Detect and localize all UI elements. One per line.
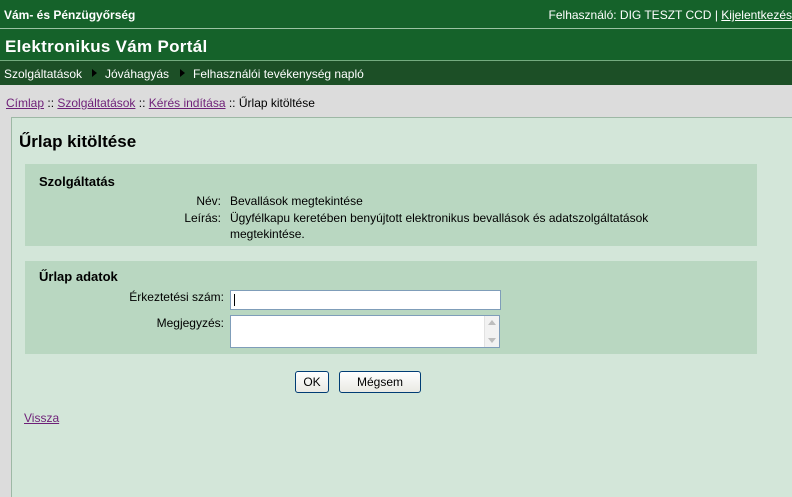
service-panel: Szolgáltatás Név: Bevallások megtekintés… bbox=[25, 164, 757, 246]
arrival-number-input[interactable] bbox=[230, 290, 501, 310]
menu-item-approval[interactable]: Jóváhagyás bbox=[105, 67, 169, 81]
service-heading: Szolgáltatás bbox=[39, 174, 115, 189]
form-panel: Űrlap adatok Érkeztetési szám: Megjegyzé… bbox=[25, 261, 757, 354]
description-label: Leírás: bbox=[184, 211, 221, 225]
note-scrollbar[interactable] bbox=[484, 316, 499, 347]
scroll-down-icon[interactable] bbox=[488, 338, 496, 343]
cancel-button[interactable]: Mégsem bbox=[339, 371, 421, 393]
breadcrumb-services[interactable]: Szolgáltatások bbox=[57, 96, 135, 110]
breadcrumb: Címlap :: Szolgáltatások :: Kérés indítá… bbox=[0, 85, 792, 117]
ok-button[interactable]: OK bbox=[295, 371, 329, 393]
triangle-right-icon bbox=[92, 69, 97, 77]
top-header-bar: Vám- és Pénzügyőrség Felhasználó: DIG TE… bbox=[0, 0, 792, 28]
text-cursor bbox=[234, 294, 235, 306]
page-title: Űrlap kitöltése bbox=[19, 132, 137, 151]
breadcrumb-separator: :: bbox=[138, 96, 146, 110]
description-value-line2: megtekintése. bbox=[230, 227, 305, 241]
menu-item-activity-log[interactable]: Felhasználói tevékenység napló bbox=[193, 67, 364, 81]
form-heading: Űrlap adatok bbox=[39, 269, 118, 284]
note-textarea[interactable] bbox=[230, 315, 500, 348]
arrival-number-label: Érkeztetési szám: bbox=[129, 290, 224, 304]
note-label: Megjegyzés: bbox=[156, 316, 224, 330]
portal-title-bar: Elektronikus Vám Portál bbox=[0, 28, 792, 60]
organization-name: Vám- és Pénzügyőrség bbox=[4, 8, 136, 22]
name-label: Név: bbox=[196, 194, 221, 208]
user-info: Felhasználó: DIG TESZT CCD | Kijelentkez… bbox=[549, 8, 792, 22]
description-value-line1: Ügyfélkapu keretében benyújtott elektron… bbox=[230, 211, 649, 225]
main-content: Űrlap kitöltése Szolgáltatás Név: Bevall… bbox=[11, 117, 792, 497]
breadcrumb-start-request[interactable]: Kérés indítása bbox=[149, 96, 226, 110]
triangle-right-icon bbox=[180, 69, 185, 77]
header-separator: | bbox=[714, 8, 718, 22]
name-value: Bevallások megtekintése bbox=[230, 194, 363, 208]
scroll-up-icon[interactable] bbox=[488, 320, 496, 325]
main-menu: Szolgáltatások Jóváhagyás Felhasználói t… bbox=[0, 60, 792, 85]
logout-link[interactable]: Kijelentkezés bbox=[721, 8, 792, 22]
user-label: Felhasználó: DIG TESZT CCD bbox=[548, 8, 712, 22]
breadcrumb-home[interactable]: Címlap bbox=[6, 96, 44, 110]
portal-title: Elektronikus Vám Portál bbox=[5, 37, 208, 56]
breadcrumb-current: Űrlap kitöltése bbox=[238, 96, 315, 110]
breadcrumb-separator: :: bbox=[228, 96, 236, 110]
back-link[interactable]: Vissza bbox=[24, 411, 59, 425]
breadcrumb-separator: :: bbox=[47, 96, 55, 110]
menu-item-services[interactable]: Szolgáltatások bbox=[4, 67, 82, 81]
